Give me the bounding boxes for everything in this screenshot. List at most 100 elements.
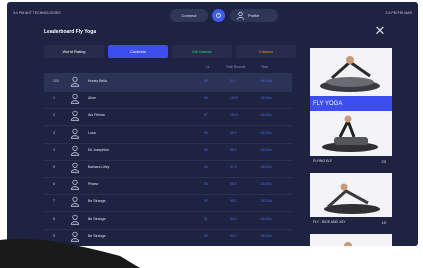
status-right-text: 3:4 PM FRI MAR [385,11,412,15]
row-value-1: 95 [204,147,208,152]
row-value-2: 93.0 [230,233,237,238]
row-name: Pharia [88,182,99,187]
class-image [310,234,392,246]
row-name: Be Strange [88,216,106,221]
avatar-icon [70,128,80,139]
tab-world-rating[interactable]: World Rating [44,45,104,58]
logo-icon[interactable] [212,9,225,22]
connect-button[interactable]: Connect [170,9,208,22]
top-bar: 3:4 PM AHT TECHNOLOGIES Connect Profile … [7,2,418,28]
card-label: FLY YOGA [310,96,392,112]
row-value-2: 100.0 [230,96,239,101]
row-rank: 4 [53,147,55,152]
column-header-1: 1k [206,65,210,69]
row-name: Be Strange [88,199,106,204]
row-value-3: 100.00s [260,233,272,238]
row-name: Barbara Lilley [88,165,110,169]
row-value-1: 90 [204,233,208,238]
row-value-2: 96.0 [230,182,237,187]
card-label: FLY - RIDE AND JOY 10 [310,217,392,228]
tab-classes[interactable]: Classes [236,45,296,58]
row-rank: 6 [53,182,55,187]
row-value-2: 97.0 [230,165,237,169]
user-icon [236,11,245,20]
avatar-icon [70,162,80,173]
table-row[interactable]: 1 Aline 99 100.0 100.00s [44,90,292,110]
avatar-icon [70,179,80,190]
table-row[interactable]: 100 Honey Bella 89 5.0 100.00s [44,73,292,92]
card-title: FLY YOGA [313,101,343,107]
row-rank: 8 [53,216,55,221]
row-value-1: 92 [204,199,208,204]
card-count: 23 [381,159,386,164]
row-value-3: 100.00s [260,96,272,101]
table-row[interactable]: 6 Pharia 93 96.0 100.00s [44,176,292,196]
tab-kill-games[interactable]: Kill Games [172,45,232,58]
row-value-3: 100.00s [260,216,272,221]
row-rank: 100 [53,79,59,83]
table-row[interactable]: 5 Barbara Lilley 94 97.0 100.00s [44,159,292,178]
row-value-3: 100.00s [260,182,272,187]
row-value-3: 100.00s [260,147,272,152]
row-name: Luca [88,130,96,135]
page-title: Leaderboard Fly Yoga [44,29,97,35]
fly-yoga-image [310,48,392,96]
row-value-2: 94.0 [230,216,237,221]
app-screen: 3:4 PM AHT TECHNOLOGIES Connect Profile … [7,2,418,246]
avatar-icon [70,76,80,87]
row-value-3: 100.00s [260,113,272,118]
table-row[interactable]: 4 Kit Josephine 95 98.0 100.00s [44,142,292,161]
column-header-3: Tims [261,65,269,69]
table-row[interactable]: 7 Be Strange 92 95.0 100.00s [44,193,292,213]
card-label: FLYING ELF 23 [310,156,392,167]
row-rank: 7 [53,199,55,204]
row-value-1: 91 [204,216,208,221]
status-left-text: 3:4 PM AHT TECHNOLOGIES [13,11,61,15]
row-rank: 1 [53,96,55,101]
row-name: Kit Josephine [88,147,110,152]
column-header-2: Total Rounds [226,65,246,69]
row-name: Honey Bella [88,79,107,83]
table-row[interactable]: 2 Ark Perlow 97 100.0 100.00s [44,107,292,127]
row-value-1: 93 [204,182,208,187]
row-value-1: 97 [204,113,208,118]
row-value-3: 100.00s [260,130,272,135]
card-title: FLYING ELF [313,159,333,163]
profile-button[interactable]: Profile [230,9,278,22]
flying-elf-image [310,111,392,156]
row-rank: 3 [53,130,55,135]
card-title: FLY - RIDE AND JOY [313,220,346,224]
close-icon[interactable]: ✕ [374,24,386,37]
avatar-icon [70,145,80,156]
row-value-1: 94 [204,165,208,169]
avatar-icon [70,197,80,208]
class-card-flying-elf[interactable]: FLYING ELF 23 [310,111,392,167]
row-name: Ark Perlow [88,113,105,118]
avatar-icon [70,111,80,122]
row-value-2: 100.0 [230,113,239,118]
avatar-icon [70,93,80,104]
row-value-1: 96 [204,130,208,135]
row-rank: 5 [53,165,55,169]
row-name: Aline [88,96,96,101]
row-value-3: 100.00s [260,165,272,169]
class-card-fly-ride-and-joy[interactable]: FLY - RIDE AND JOY 10 [310,173,392,228]
row-value-2: 5.0 [230,79,235,83]
row-value-2: 98.0 [230,147,237,152]
row-rank: 2 [53,113,55,118]
row-value-3: 100.00s [260,199,272,204]
fly-ride-image [310,173,392,217]
row-value-1: 89 [204,79,208,83]
class-card-partial[interactable] [310,234,392,246]
row-value-2: 95.0 [230,199,237,204]
class-card-fly-yoga[interactable]: FLY YOGA [310,48,392,112]
row-value-2: 99.0 [230,130,237,135]
tab-contests[interactable]: Contests [108,45,168,58]
floor-foreground [0,238,140,268]
row-value-1: 99 [204,96,208,101]
table-row[interactable]: 8 Be Strange 91 94.0 100.00s [44,211,292,230]
table-row[interactable]: 3 Luca 96 99.0 100.00s [44,125,292,144]
row-value-3: 100.00s [260,79,272,83]
avatar-icon [70,214,80,225]
card-count: 10 [381,220,386,225]
